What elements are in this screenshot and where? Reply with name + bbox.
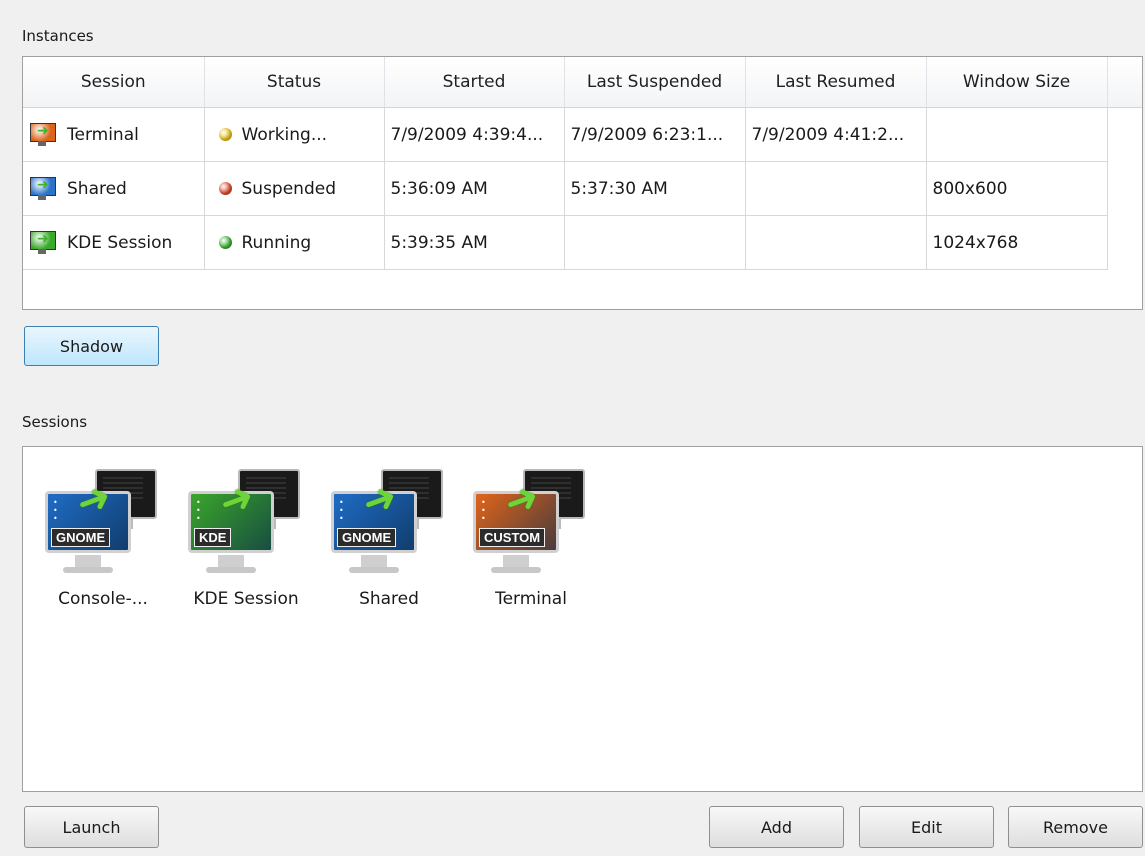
column-header-session[interactable]: Session [23, 57, 205, 108]
cell-session[interactable]: ➜ Terminal [23, 107, 205, 162]
cell-session[interactable]: ➜ Shared [23, 161, 205, 216]
session-item[interactable]: • • • GNOME ➜ Console-... [35, 467, 171, 609]
session-item-label: Console-... [58, 589, 148, 609]
column-header-started[interactable]: Started [384, 57, 565, 108]
screen-dots: • • • [53, 498, 58, 523]
instances-table-container: Session Status Started Last Suspended La… [22, 56, 1143, 310]
cell-started[interactable]: 7/9/2009 4:39:4... [384, 107, 565, 162]
front-monitor-base [206, 567, 256, 573]
cell-last-resumed[interactable] [745, 215, 927, 270]
arrow-icon: ➜ [37, 176, 49, 193]
edit-button[interactable]: Edit [859, 806, 994, 848]
front-monitor-base [349, 567, 399, 573]
cell-status[interactable]: Suspended [204, 161, 385, 216]
status-dot-icon [218, 128, 232, 141]
screen-dots: • • • [196, 498, 201, 523]
session-type-badge: GNOME [337, 528, 397, 547]
remove-button[interactable]: Remove [1008, 806, 1143, 848]
cell-session[interactable]: ➜ KDE Session [23, 215, 205, 270]
add-button[interactable]: Add [709, 806, 844, 848]
status-text: Working... [241, 124, 328, 145]
screen-dots: • • • [481, 498, 486, 523]
screen-dots: • • • [339, 498, 344, 523]
table-row[interactable]: ➜ KDE Session Running 5:39:35 AM 1024x76… [23, 215, 1142, 270]
session-item-label: Shared [359, 589, 419, 609]
cell-last-suspended[interactable]: 7/9/2009 6:23:1... [564, 107, 746, 162]
status-text: Running [241, 232, 312, 253]
cell-filler [1107, 216, 1142, 270]
monitor-stand [38, 248, 46, 254]
launch-button[interactable]: Launch [24, 806, 159, 848]
front-monitor-stand [75, 555, 101, 567]
front-monitor-stand [218, 555, 244, 567]
cell-filler [1107, 162, 1142, 216]
cell-status[interactable]: Working... [204, 107, 385, 162]
sessions-label: Sessions [22, 413, 88, 431]
front-monitor-base [63, 567, 113, 573]
cell-last-resumed[interactable] [745, 161, 927, 216]
session-monitor-icon: ➜ [29, 230, 57, 256]
session-type-badge: KDE [194, 528, 232, 547]
session-item[interactable]: • • • KDE ➜ KDE Session [178, 467, 314, 609]
kde-session-icon[interactable]: • • • KDE ➜ [186, 467, 306, 579]
column-header-status[interactable]: Status [204, 57, 385, 108]
status-dot-icon [218, 182, 232, 195]
status-text: Suspended [241, 178, 337, 199]
column-header-last-suspended[interactable]: Last Suspended [564, 57, 746, 108]
session-type-badge: CUSTOM [479, 528, 546, 547]
cell-filler [1107, 108, 1142, 162]
gnome-session-icon[interactable]: • • • GNOME ➜ [43, 467, 163, 579]
table-header-row: Session Status Started Last Suspended La… [23, 57, 1142, 108]
arrow-icon: ➜ [37, 122, 49, 139]
front-monitor-stand [503, 555, 529, 567]
column-header-filler [1107, 57, 1142, 108]
shadow-button[interactable]: Shadow [24, 326, 159, 366]
session-type-badge: GNOME [51, 528, 111, 547]
table-row[interactable]: ➜ Terminal Working... 7/9/2009 4:39:4...… [23, 107, 1142, 162]
monitor-stand [38, 140, 46, 146]
cell-started[interactable]: 5:39:35 AM [384, 215, 565, 270]
cell-started[interactable]: 5:36:09 AM [384, 161, 565, 216]
session-item[interactable]: • • • GNOME ➜ Shared [321, 467, 457, 609]
session-name: Terminal [67, 124, 139, 145]
table-row[interactable]: ➜ Shared Suspended 5:36:09 AM 5:37:30 AM… [23, 161, 1142, 216]
cell-window-size[interactable]: 1024x768 [926, 215, 1108, 270]
cell-status[interactable]: Running [204, 215, 385, 270]
session-item-label: Terminal [495, 589, 567, 609]
custom-session-icon[interactable]: • • • CUSTOM ➜ [471, 467, 591, 579]
instances-label: Instances [22, 27, 94, 45]
session-name: Shared [67, 178, 127, 199]
cell-window-size[interactable] [926, 107, 1108, 162]
session-monitor-icon: ➜ [29, 176, 57, 202]
monitor-stand [38, 194, 46, 200]
session-name: KDE Session [67, 232, 173, 253]
session-item[interactable]: • • • CUSTOM ➜ Terminal [463, 467, 599, 609]
arrow-icon: ➜ [37, 230, 49, 247]
front-monitor-base [491, 567, 541, 573]
column-header-last-resumed[interactable]: Last Resumed [745, 57, 927, 108]
gnome-session-icon[interactable]: • • • GNOME ➜ [329, 467, 449, 579]
instances-table: Session Status Started Last Suspended La… [23, 57, 1142, 270]
cell-window-size[interactable]: 800x600 [926, 161, 1108, 216]
cell-last-suspended[interactable] [564, 215, 746, 270]
session-item-label: KDE Session [193, 589, 299, 609]
status-dot-icon [218, 236, 232, 249]
sessions-list: • • • GNOME ➜ Console-... • • • KDE ➜ KDE Se… [22, 446, 1143, 792]
cell-last-resumed[interactable]: 7/9/2009 4:41:2... [745, 107, 927, 162]
cell-last-suspended[interactable]: 5:37:30 AM [564, 161, 746, 216]
front-monitor-stand [361, 555, 387, 567]
column-header-window-size[interactable]: Window Size [926, 57, 1108, 108]
session-monitor-icon: ➜ [29, 122, 57, 148]
